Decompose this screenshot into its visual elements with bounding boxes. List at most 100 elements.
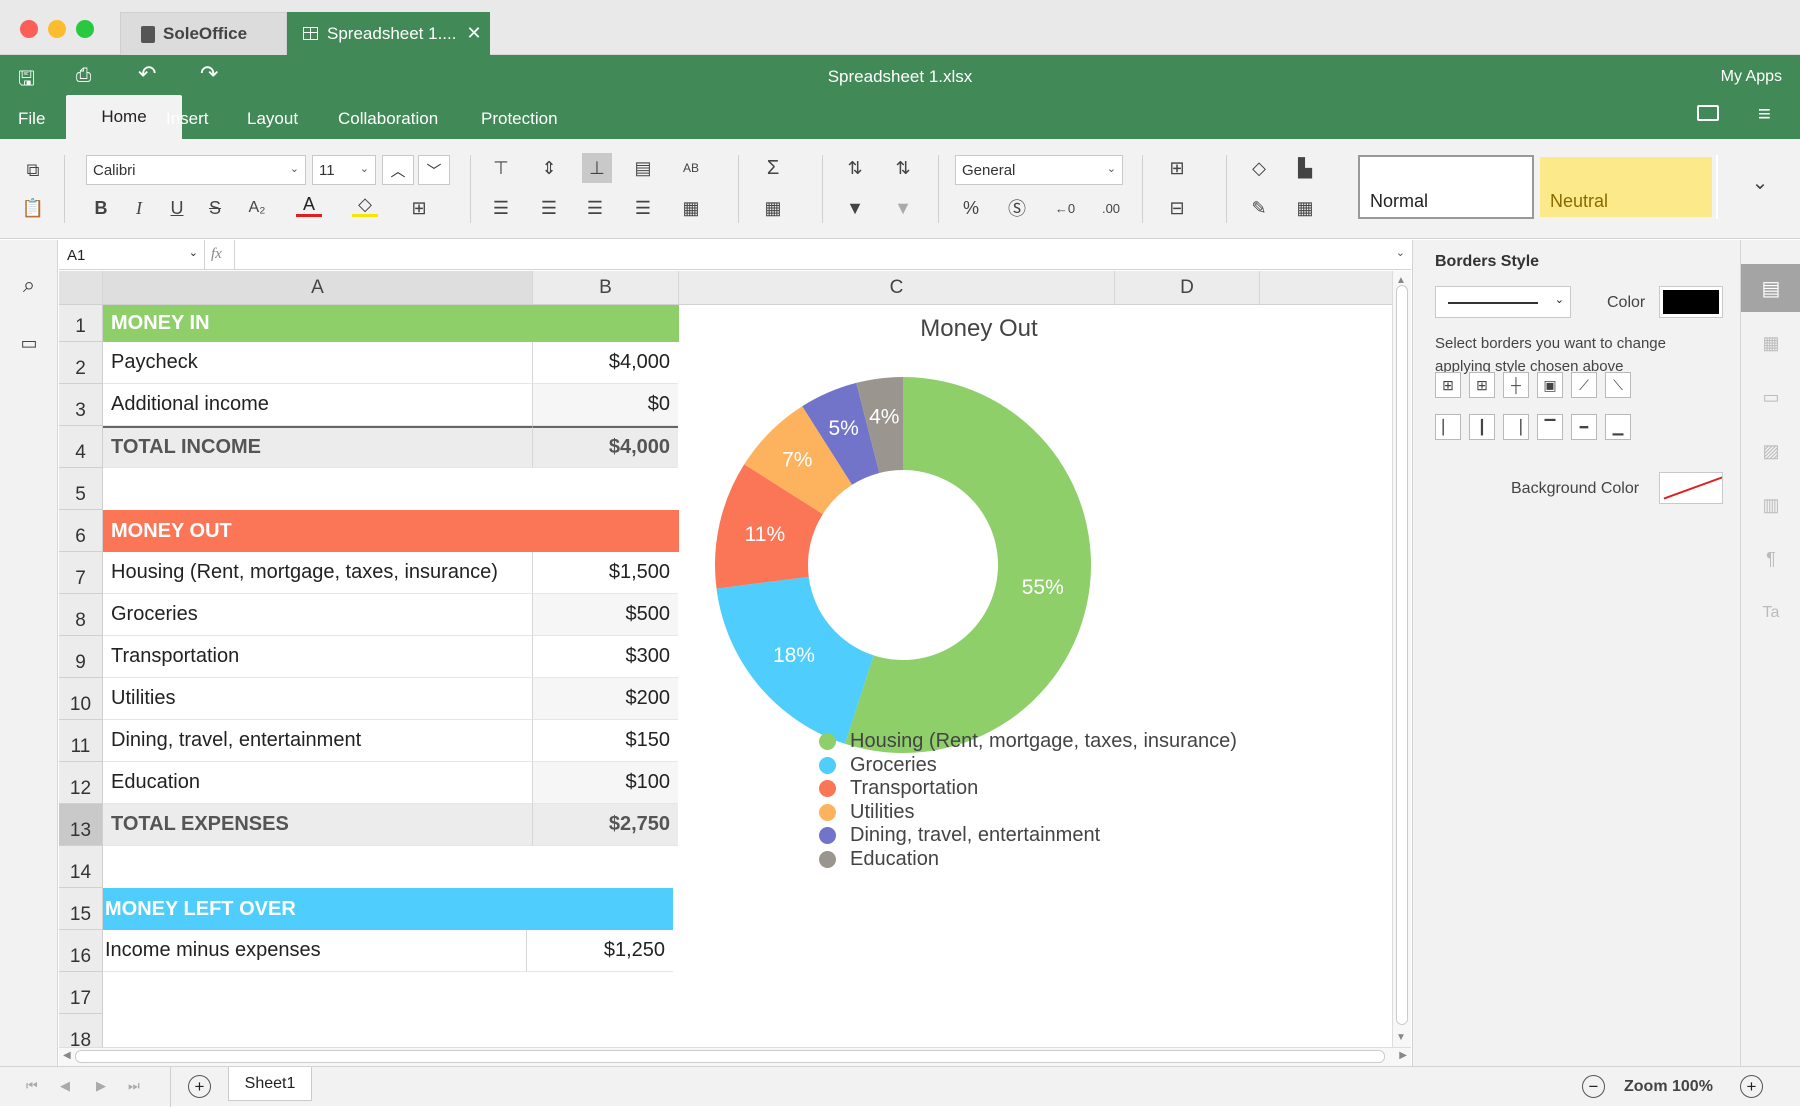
underline-icon[interactable]: U: [164, 195, 190, 221]
border-color-picker[interactable]: [1659, 286, 1723, 318]
chart-money-out[interactable]: Money Out 55% 18% 11% 7% 5% 4%: [679, 305, 1259, 1005]
cell-b11[interactable]: $150: [533, 720, 678, 762]
column-header-d[interactable]: D: [1115, 271, 1260, 305]
row-header[interactable]: 16: [59, 930, 103, 972]
cell-a11[interactable]: Dining, travel, entertainment: [103, 720, 533, 762]
next-sheet-icon[interactable]: ▶: [96, 1078, 106, 1094]
copy-icon[interactable]: ⧉: [20, 157, 46, 183]
font-color-icon[interactable]: A: [296, 194, 322, 217]
expand-formula-icon[interactable]: ⌄: [1396, 246, 1405, 259]
subscript-icon[interactable]: A₂: [244, 195, 270, 221]
conditional-format-icon[interactable]: ▙: [1292, 155, 1318, 181]
sort-descending-icon[interactable]: ⇅: [890, 155, 916, 181]
percent-icon[interactable]: %: [958, 195, 984, 221]
strikethrough-icon[interactable]: S: [202, 195, 228, 221]
row-header[interactable]: 2: [59, 342, 103, 384]
clear-filter-icon[interactable]: ▼: [890, 195, 916, 221]
cell-a10[interactable]: Utilities: [103, 678, 533, 720]
align-center-icon[interactable]: ☰: [536, 195, 562, 221]
cell-b8[interactable]: $500: [533, 594, 678, 636]
menu-layout[interactable]: Layout: [247, 109, 298, 129]
sheet-tab-sheet1[interactable]: Sheet1: [228, 1067, 312, 1101]
row-header[interactable]: 7: [59, 552, 103, 594]
table-settings-icon[interactable]: ▦: [1758, 330, 1784, 356]
column-header-e[interactable]: [1260, 271, 1392, 305]
close-tab-icon[interactable]: ✕: [466, 23, 481, 44]
sort-ascending-icon[interactable]: ⇅: [842, 155, 868, 181]
first-sheet-icon[interactable]: ⏮: [26, 1078, 38, 1094]
cell-a12[interactable]: Education: [103, 762, 533, 804]
cell-b4[interactable]: $4,000: [533, 426, 678, 468]
justify-icon[interactable]: ☰: [630, 195, 656, 221]
fx-icon[interactable]: fx: [205, 240, 235, 270]
zoom-in-icon[interactable]: +: [1740, 1075, 1763, 1098]
bottom-border-icon[interactable]: ▁: [1605, 414, 1631, 440]
horizontal-scrollbar[interactable]: ◀ ▶: [59, 1047, 1411, 1066]
left-border-icon[interactable]: ▏: [1435, 414, 1461, 440]
bold-icon[interactable]: B: [88, 195, 114, 221]
cell-a13[interactable]: TOTAL EXPENSES: [103, 804, 533, 846]
right-border-icon[interactable]: ▕: [1503, 414, 1529, 440]
cell-b10[interactable]: $200: [533, 678, 678, 720]
row-header[interactable]: 14: [59, 846, 103, 888]
align-top-icon[interactable]: ⊤: [488, 155, 514, 181]
scroll-left-icon[interactable]: ◀: [63, 1050, 71, 1061]
add-sheet-icon[interactable]: +: [188, 1075, 211, 1098]
currency-icon[interactable]: Ⓢ: [1004, 195, 1030, 221]
horizontal-inner-icon[interactable]: ━: [1571, 414, 1597, 440]
cell-a3[interactable]: Additional income: [103, 384, 533, 426]
cell-b3[interactable]: $0: [533, 384, 678, 426]
italic-icon[interactable]: I: [126, 195, 152, 221]
font-size-select[interactable]: 11 ⌄: [312, 155, 376, 185]
my-apps-link[interactable]: My Apps: [1721, 68, 1782, 86]
cell-money-out-header[interactable]: MONEY OUT: [103, 510, 679, 552]
cell-b16[interactable]: $1,250: [527, 930, 673, 972]
merge-cells-icon[interactable]: ▦: [678, 195, 704, 221]
align-middle-icon[interactable]: ⇕: [536, 155, 562, 181]
paste-icon[interactable]: 📋: [20, 195, 46, 221]
format-painter-icon[interactable]: ✎: [1246, 195, 1272, 221]
outer-borders-icon[interactable]: ▣: [1537, 372, 1563, 398]
cell-a7[interactable]: Housing (Rent, mortgage, taxes, insuranc…: [103, 552, 533, 594]
scroll-down-icon[interactable]: ▼: [1396, 1032, 1406, 1043]
select-all-corner[interactable]: [59, 271, 103, 305]
all-borders-icon[interactable]: ⊞: [1435, 372, 1461, 398]
zoom-out-icon[interactable]: −: [1582, 1075, 1605, 1098]
vertical-scrollbar[interactable]: ▲ ▼: [1392, 271, 1411, 1047]
row-header[interactable]: 5: [59, 468, 103, 510]
align-left-icon[interactable]: ☰: [488, 195, 514, 221]
number-format-select[interactable]: General ⌄: [955, 155, 1123, 185]
formula-input[interactable]: [235, 240, 1385, 270]
cell-reference-box[interactable]: A1 ⌄: [59, 240, 205, 270]
table-format-icon[interactable]: ▦: [1292, 195, 1318, 221]
diagonal-up-icon[interactable]: ⟋: [1571, 372, 1597, 398]
row-header[interactable]: 9: [59, 636, 103, 678]
row-header[interactable]: 12: [59, 762, 103, 804]
cell-b13[interactable]: $2,750: [533, 804, 678, 846]
horizontal-scroll-thumb[interactable]: [75, 1050, 1385, 1063]
cell-a9[interactable]: Transportation: [103, 636, 533, 678]
top-border-icon[interactable]: ▔: [1537, 414, 1563, 440]
vertical-inner-icon[interactable]: ┃: [1469, 414, 1495, 440]
row-header[interactable]: 17: [59, 972, 103, 1014]
insert-function-icon[interactable]: ▦: [760, 195, 786, 221]
maximize-window-button[interactable]: [76, 20, 94, 38]
spreadsheet-grid[interactable]: A B C D 1 2 3 4 5 6 7 8 9 10 11 12 13 14 15 16 17 18 MONE…: [59, 271, 1392, 1047]
increase-decimal-icon[interactable]: .00: [1098, 195, 1124, 221]
style-neutral[interactable]: Neutral: [1538, 155, 1714, 219]
insert-cells-icon[interactable]: ⊞: [1164, 155, 1190, 181]
row-header[interactable]: 15: [59, 888, 103, 930]
tab-soleoffice[interactable]: SoleOffice: [120, 12, 287, 55]
increase-font-button[interactable]: ︿: [382, 155, 414, 185]
hamburger-menu-icon[interactable]: ≡: [1758, 101, 1771, 127]
fill-color-icon[interactable]: ◇: [352, 194, 378, 217]
align-bottom-icon[interactable]: ⊥: [582, 153, 612, 183]
font-family-select[interactable]: Calibri ⌄: [86, 155, 306, 185]
cell-a2[interactable]: Paycheck: [103, 342, 533, 384]
cell-money-in-header[interactable]: MONEY IN: [103, 305, 679, 342]
decrease-font-button[interactable]: ﹀: [418, 155, 450, 185]
menu-collaboration[interactable]: Collaboration: [338, 109, 438, 129]
row-header[interactable]: 8: [59, 594, 103, 636]
comment-icon[interactable]: ▭: [16, 330, 42, 356]
decrease-decimal-icon[interactable]: ←0: [1052, 195, 1078, 221]
